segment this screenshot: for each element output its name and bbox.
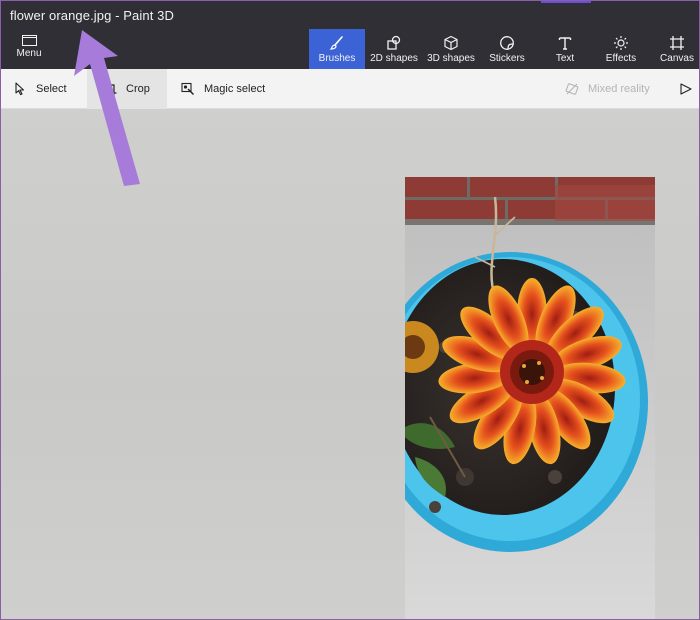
magic-select-icon [181,82,194,95]
crop-icon [103,82,117,96]
tab-text[interactable]: Text [545,29,585,69]
sub-toolbar: Select Crop Magic select Mixed reality [1,69,699,109]
tab-effects-label: Effects [605,53,637,64]
tab-brushes-label: Brushes [318,53,356,64]
mixed-reality-icon [565,83,579,95]
mixed-reality-button[interactable]: Mixed reality [565,69,650,109]
tab-3d-shapes-label: 3D shapes [427,53,475,64]
tab-effects[interactable]: Effects [599,29,643,69]
menu-button[interactable]: Menu [7,31,51,67]
magic-select-label: Magic select [204,83,266,95]
tab-text-label: Text [555,53,575,64]
canvas-grid-icon [670,36,684,50]
sun-effects-icon [614,36,628,50]
window-title: flower orange.jpg - Paint 3D [10,8,174,23]
flower-pot-image [405,177,655,619]
paint3d-window: flower orange.jpg - Paint 3D Menu Brushe… [0,0,700,620]
crop-label: Crop [126,83,150,95]
tab-canvas-label: Canvas [660,53,694,64]
tab-stickers[interactable]: Stickers [485,29,529,69]
crop-button[interactable]: Crop [103,69,150,109]
flower-photo[interactable] [405,177,655,619]
select-button[interactable]: Select [13,69,67,109]
cursor-icon [15,82,25,96]
tab-brushes[interactable]: Brushes [309,29,365,69]
flag-panel-icon [680,83,692,95]
magic-select-button[interactable]: Magic select [181,69,265,109]
tab-2d-shapes-label: 2D shapes [370,53,418,64]
tab-canvas[interactable]: Canvas [657,29,697,69]
share-panel-button[interactable] [679,69,699,109]
folder-icon [21,35,37,46]
select-label: Select [36,83,67,95]
title-accent-bar [541,1,591,3]
title-bar: flower orange.jpg - Paint 3D [1,1,699,31]
tab-stickers-label: Stickers [489,53,525,64]
tab-3d-shapes[interactable]: 3D shapes [423,29,479,69]
sticker-icon [500,36,514,50]
ribbon-toolbar: Menu Brushes 2D shapes 3D shapes Sticker… [1,29,699,69]
text-icon [558,37,572,50]
2d-shapes-icon [387,35,401,50]
brush-icon [329,36,343,50]
tab-2d-shapes[interactable]: 2D shapes [367,29,421,69]
mixed-reality-label: Mixed reality [588,83,650,95]
menu-label: Menu [16,48,42,59]
canvas-workspace[interactable] [1,109,699,619]
3d-cube-icon [444,35,458,51]
